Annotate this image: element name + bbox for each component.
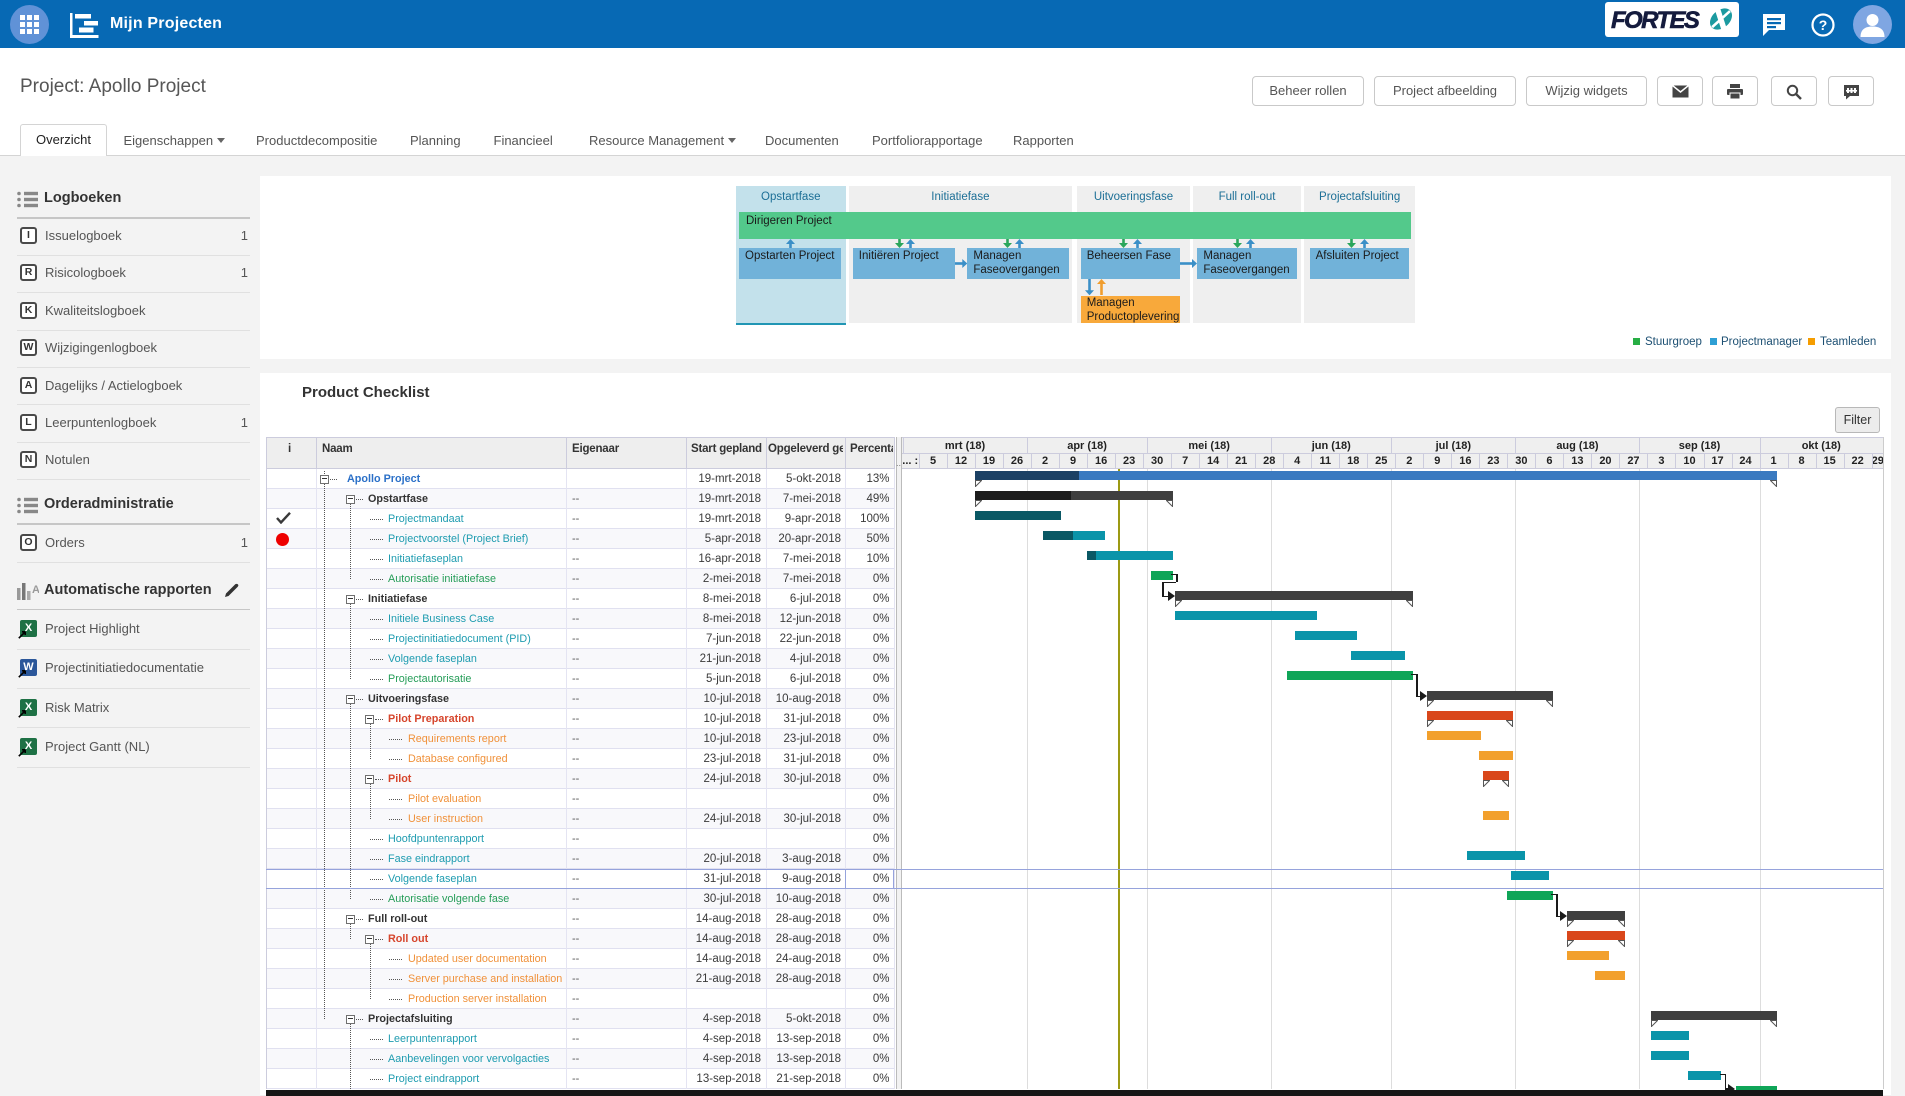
svg-text:A: A: [32, 584, 39, 596]
svg-text:?: ?: [1819, 17, 1828, 33]
